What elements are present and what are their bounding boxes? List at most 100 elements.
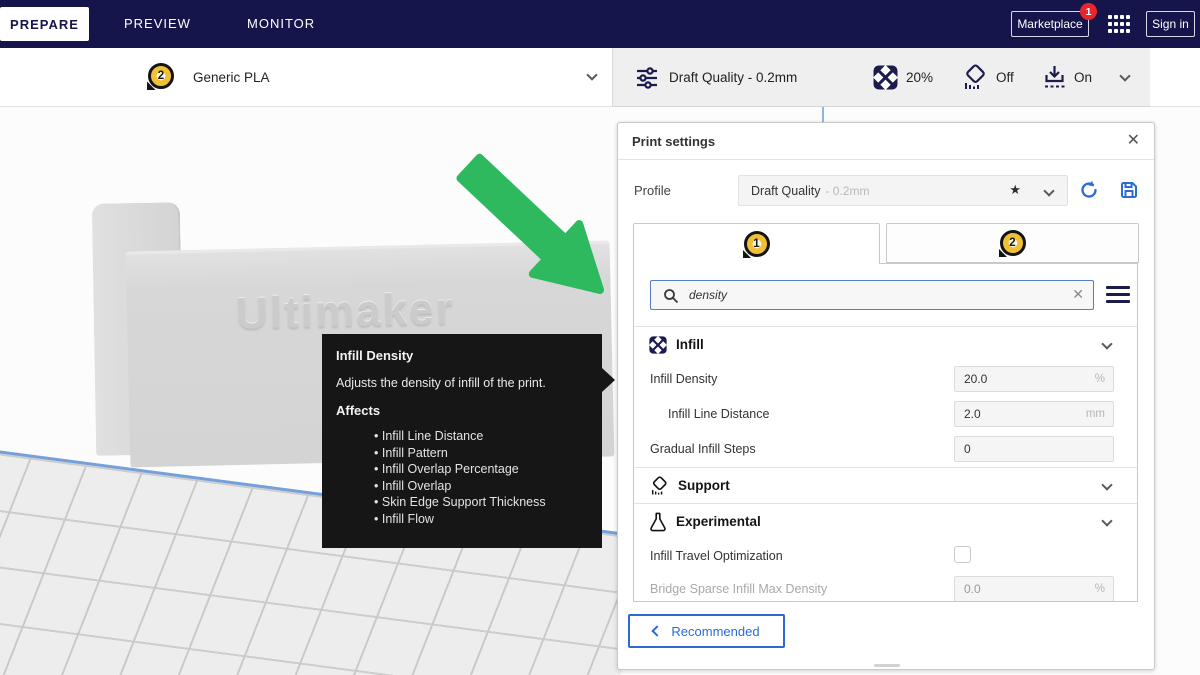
chevron-down-icon (1119, 70, 1131, 82)
profile-value: Draft Quality (751, 183, 821, 198)
setting-unit: % (1094, 373, 1105, 385)
chevron-left-icon (651, 625, 664, 637)
setting-label: Bridge Sparse Infill Max Density (650, 582, 828, 596)
settings-list: ✕ Infill Infill D (633, 263, 1138, 602)
summary-adhesion-value: On (1074, 69, 1093, 85)
recommended-label: Recommended (671, 623, 760, 639)
star-icon[interactable]: ★ (1009, 182, 1021, 198)
clear-search-icon[interactable]: ✕ (1072, 286, 1084, 303)
section-title: Infill (676, 337, 704, 352)
app-switcher-icon[interactable] (1108, 15, 1130, 33)
setting-bridge-sparse-infill: Bridge Sparse Infill Max Density 0.0 % (634, 572, 1137, 601)
setting-gradual-infill-steps: Gradual Infill Steps 0 (634, 432, 1137, 467)
print-settings-panel: Print settings ✕ Profile Draft Quality -… (617, 122, 1155, 670)
support-icon (965, 64, 985, 89)
extruder-1-icon: 1 (743, 231, 770, 257)
extruder-number: 2 (157, 70, 165, 82)
tab-monitor[interactable]: MONITOR (247, 16, 315, 31)
search-row: ✕ (634, 264, 1137, 326)
section-title: Support (678, 478, 730, 493)
tooltip-affects-list: Infill Line Distance Infill Pattern Infi… (374, 428, 588, 527)
setting-label: Infill Travel Optimization (650, 549, 783, 563)
affects-item: Infill Line Distance (374, 428, 588, 445)
setting-value: 0 (964, 442, 971, 456)
setting-value: 20.0 (964, 372, 988, 386)
material-name: Generic PLA (193, 69, 270, 85)
profile-suffix: - 0.2mm (825, 183, 870, 198)
panel-title: Print settings (632, 133, 716, 149)
summary-profile: Draft Quality - 0.2mm (669, 69, 798, 85)
marketplace-button[interactable]: Marketplace (1011, 11, 1089, 37)
summary-support-value: Off (996, 69, 1014, 85)
support-icon (651, 475, 667, 495)
sliders-icon (637, 67, 657, 89)
chevron-down-icon (1101, 479, 1113, 491)
tooltip-infill-density: Infill Density Adjusts the density of in… (322, 334, 615, 548)
close-icon[interactable]: ✕ (1127, 131, 1140, 151)
extruder-2-icon: 2 (999, 230, 1026, 256)
viewport-3d[interactable]: Ultimaker Print settings ✕ Profile Draft… (0, 107, 1200, 675)
affects-item: Infill Overlap Percentage (374, 461, 588, 478)
setting-infill-density: Infill Density 20.0 % (634, 362, 1137, 397)
notification-badge: 1 (1080, 3, 1097, 20)
summary-infill-value: 20% (906, 69, 934, 85)
sign-in-button[interactable]: Sign in (1146, 11, 1195, 37)
profile-dropdown[interactable]: Draft Quality - 0.2mm ★ (738, 175, 1068, 206)
section-infill[interactable]: Infill (634, 327, 1137, 362)
setting-unit: mm (1085, 408, 1105, 420)
infill-density-input[interactable]: 20.0 % (954, 366, 1114, 392)
recommended-button[interactable]: Recommended (628, 614, 785, 648)
infill-icon (873, 65, 898, 90)
section-support[interactable]: Support (634, 468, 1137, 503)
search-icon (664, 289, 679, 304)
flask-icon (650, 512, 666, 531)
tab-prepare[interactable]: PREPARE (0, 7, 89, 41)
chevron-down-icon (586, 69, 598, 81)
section-experimental[interactable]: Experimental (634, 504, 1137, 539)
chevron-down-icon (1101, 338, 1113, 350)
model-embossed-logo: Ultimaker (235, 284, 456, 339)
tab-preview[interactable]: PREVIEW (124, 16, 191, 31)
setting-label: Infill Density (650, 372, 718, 386)
panel-header: Print settings ✕ (618, 123, 1154, 160)
plate-edge-line (822, 107, 824, 122)
infill-line-distance-input[interactable]: 2.0 mm (954, 401, 1114, 427)
affects-item: Infill Overlap (374, 478, 588, 495)
gradual-infill-steps-input[interactable]: 0 (954, 436, 1114, 462)
setting-unit: % (1094, 583, 1105, 595)
extruder-number: 2 (1009, 237, 1016, 249)
search-box[interactable]: ✕ (650, 280, 1094, 310)
material-selector[interactable]: 2 Generic PLA (0, 48, 612, 107)
section-title: Experimental (676, 514, 761, 529)
configuration-bar: 2 Generic PLA Draft Quality - 0.2mm 20% (0, 48, 1200, 107)
bridge-sparse-infill-input[interactable]: 0.0 % (954, 576, 1114, 601)
setting-value: 0.0 (964, 582, 981, 596)
infill-icon (649, 335, 667, 354)
infill-travel-optimization-checkbox[interactable] (954, 546, 971, 563)
search-input[interactable] (689, 284, 1059, 306)
reset-profile-icon[interactable] (1079, 180, 1099, 200)
setting-label: Infill Line Distance (668, 407, 770, 421)
extruder-number: 1 (753, 238, 760, 250)
top-navigation-bar: PREPARE PREVIEW MONITOR Marketplace 1 Si… (0, 0, 1200, 48)
tooltip-affects-title: Affects (336, 403, 381, 418)
extruder-2-icon: 2 (148, 63, 174, 89)
tooltip-title: Infill Density (336, 348, 414, 363)
tab-extruder-2[interactable]: 2 (886, 223, 1139, 263)
chevron-down-icon (1101, 515, 1113, 527)
chevron-down-icon (1043, 185, 1055, 197)
adhesion-icon (1045, 66, 1065, 88)
affects-item: Skin Edge Support Thickness (374, 494, 588, 511)
bar-spacer (1150, 48, 1200, 107)
profile-label: Profile (634, 183, 671, 198)
affects-item: Infill Flow (374, 511, 588, 528)
setting-infill-line-distance: Infill Line Distance 2.0 mm (634, 397, 1137, 432)
panel-drag-handle[interactable] (874, 664, 900, 667)
tab-extruder-1[interactable]: 1 (633, 223, 880, 264)
settings-menu-icon[interactable] (1106, 286, 1130, 304)
tooltip-description: Adjusts the density of infill of the pri… (336, 376, 546, 390)
save-profile-icon[interactable] (1119, 180, 1139, 200)
setting-infill-travel-optimization: Infill Travel Optimization (634, 539, 1137, 572)
setting-label: Gradual Infill Steps (650, 442, 756, 456)
print-settings-summary[interactable]: Draft Quality - 0.2mm 20% Off On (612, 48, 1150, 107)
